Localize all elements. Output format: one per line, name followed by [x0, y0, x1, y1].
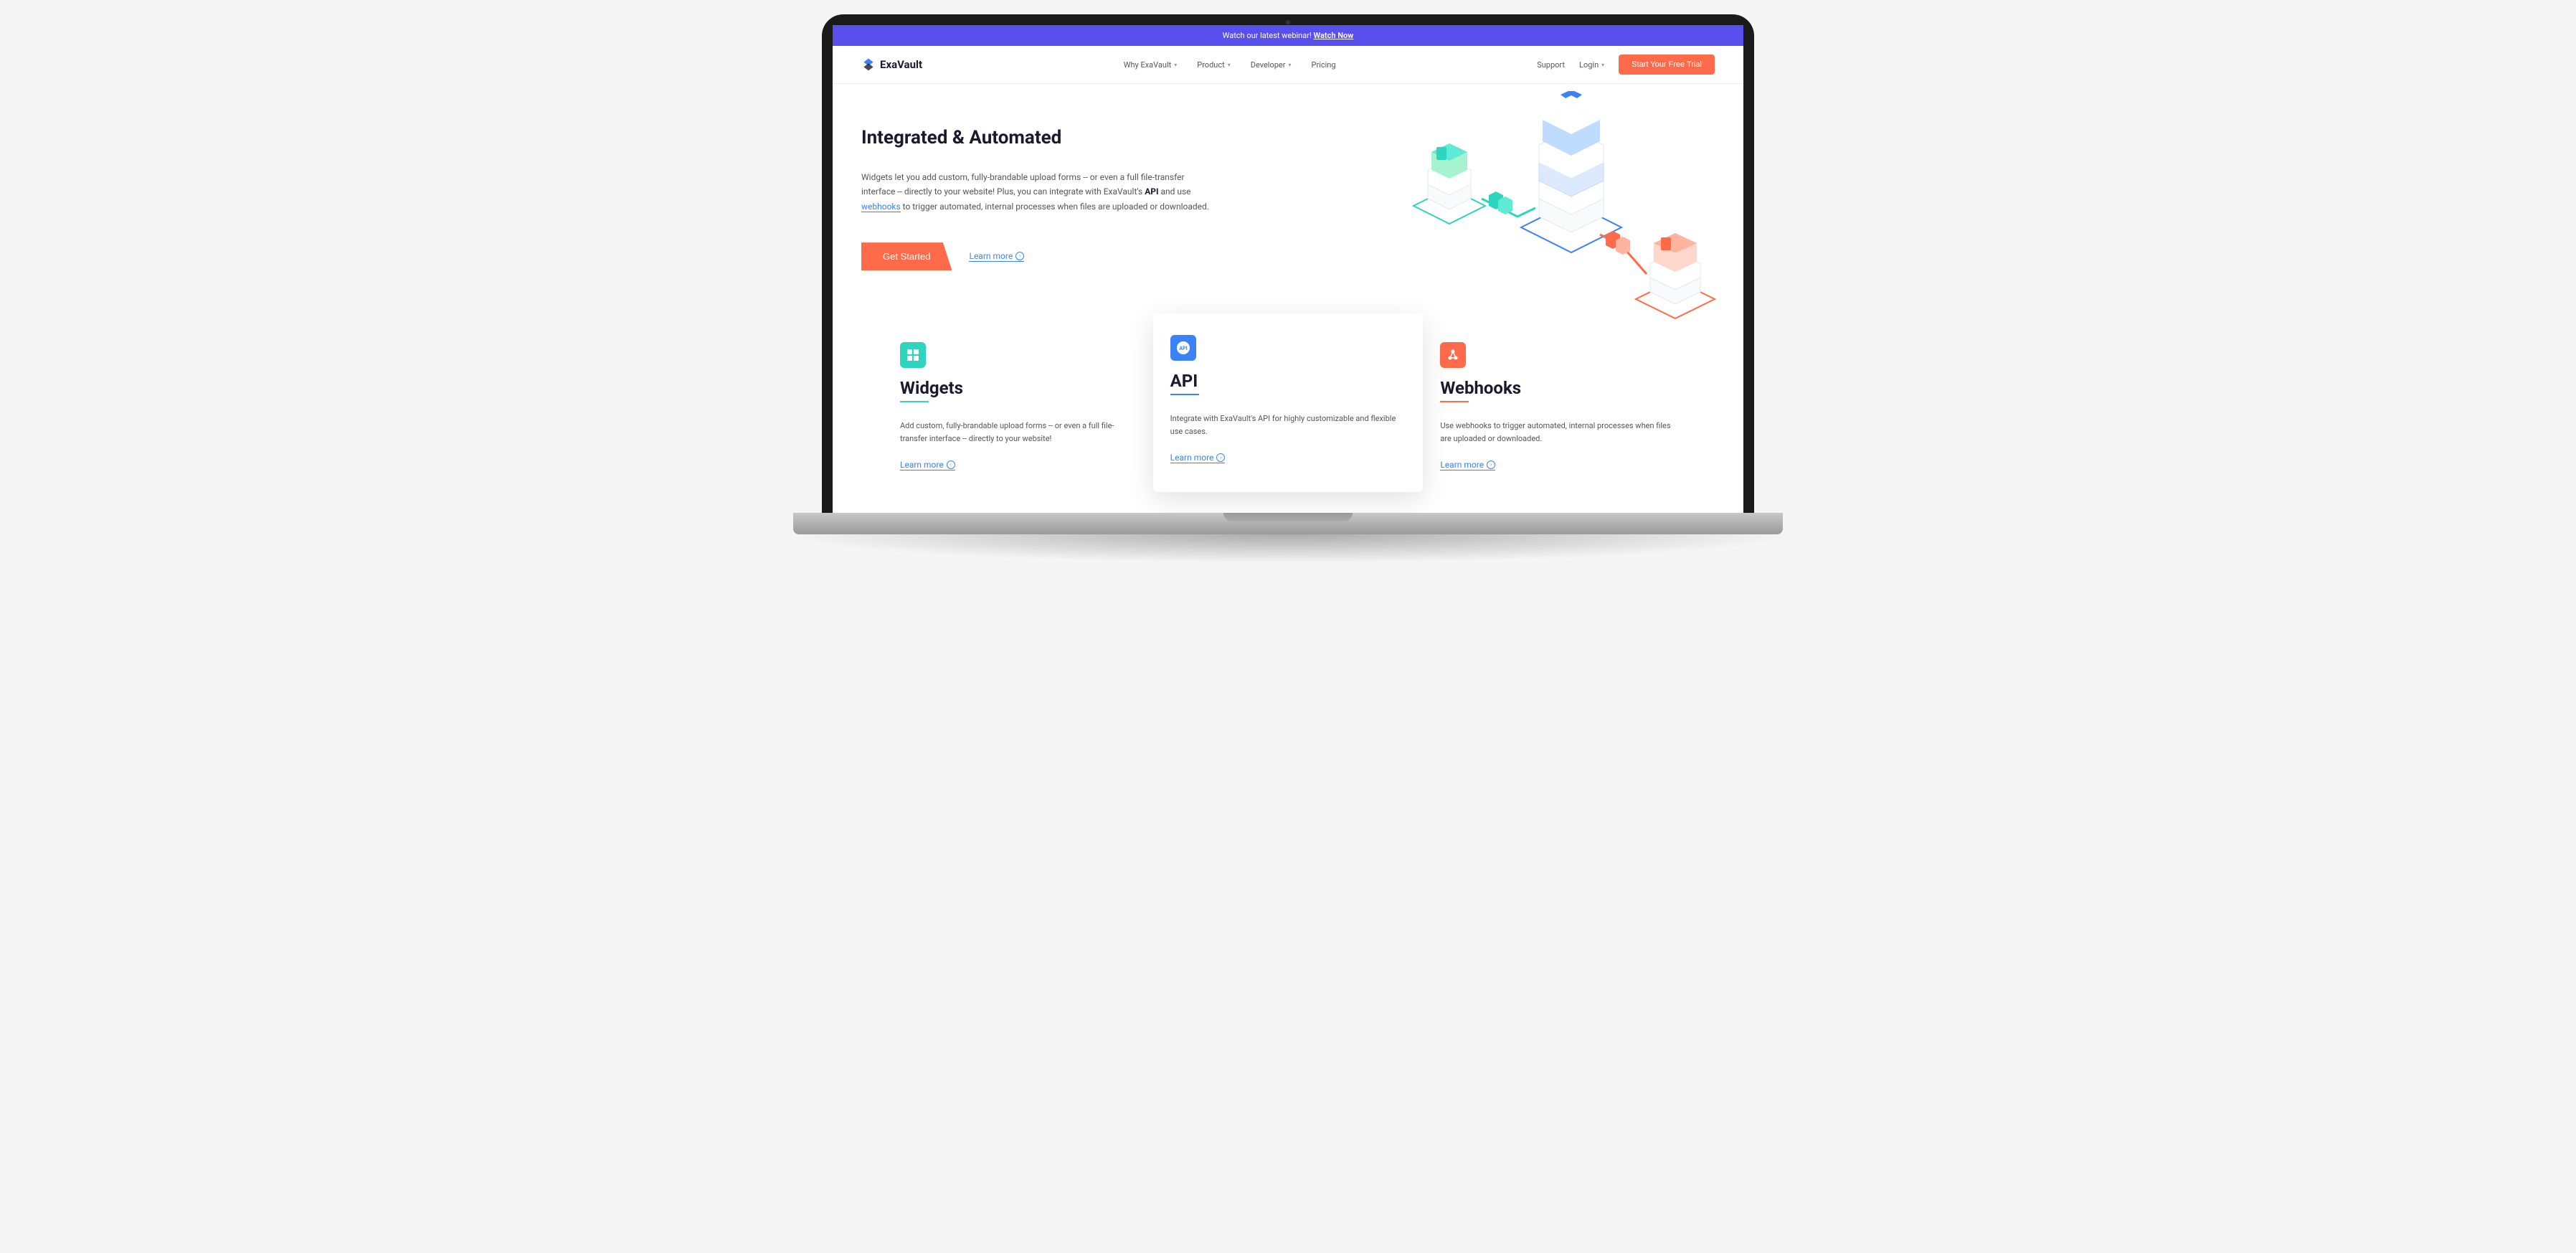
card-webhooks: Webhooks Use webhooks to trigger automat… — [1423, 321, 1693, 492]
announcement-bar: Watch our latest webinar! Watch Now — [833, 25, 1743, 46]
card-title: API — [1170, 371, 1406, 391]
card-title: Widgets — [900, 378, 1136, 398]
feature-cards: Widgets Add custom, fully-brandable uplo… — [833, 321, 1743, 492]
announcement-text: Watch our latest webinar! — [1223, 31, 1314, 40]
nav-why[interactable]: Why ExaVault▾ — [1124, 60, 1178, 70]
site-header: ExaVault Why ExaVault▾ Product▾ Develope… — [833, 46, 1743, 84]
webhooks-learn-more-link[interactable]: Learn more› — [1440, 460, 1495, 471]
arrow-right-icon: › — [1015, 252, 1024, 260]
nav-developer[interactable]: Developer▾ — [1251, 60, 1292, 70]
logo[interactable]: ExaVault — [861, 57, 922, 72]
widgets-learn-more-link[interactable]: Learn more› — [900, 460, 955, 471]
nav-pricing[interactable]: Pricing — [1312, 60, 1336, 70]
card-title: Webhooks — [1440, 378, 1676, 398]
laptop-base — [793, 513, 1783, 534]
card-widgets: Widgets Add custom, fully-brandable uplo… — [883, 321, 1153, 492]
hero-learn-more-link[interactable]: Learn more› — [969, 251, 1024, 262]
underline — [1170, 394, 1199, 395]
nav-right: Support Login▾ Start Your Free Trial — [1537, 55, 1715, 75]
webhooks-icon — [1440, 342, 1466, 368]
webhooks-link[interactable]: webhooks — [861, 202, 901, 212]
underline — [1440, 401, 1469, 402]
nav-product[interactable]: Product▾ — [1197, 60, 1230, 70]
chevron-down-icon: ▾ — [1601, 62, 1604, 68]
arrow-right-icon: › — [1216, 453, 1225, 462]
svg-text:API: API — [1179, 346, 1187, 351]
chevron-down-icon: ▾ — [1228, 62, 1231, 68]
hero-section: Integrated & Automated Widgets let you a… — [833, 84, 1743, 292]
api-icon: API — [1170, 335, 1196, 361]
api-learn-more-link[interactable]: Learn more› — [1170, 453, 1226, 463]
chevron-down-icon: ▾ — [1174, 62, 1177, 68]
start-trial-button[interactable]: Start Your Free Trial — [1619, 55, 1715, 75]
card-description: Use webhooks to trigger automated, inter… — [1440, 420, 1676, 445]
main-nav: Why ExaVault▾ Product▾ Developer▾ Pricin… — [1124, 60, 1336, 70]
isometric-illustration — [1378, 91, 1729, 335]
nav-login[interactable]: Login▾ — [1579, 60, 1604, 70]
widgets-icon — [900, 342, 926, 368]
hero-description: Widgets let you add custom, fully-branda… — [861, 170, 1213, 214]
api-text: API — [1145, 186, 1158, 197]
laptop-camera — [1285, 19, 1291, 25]
card-description: Integrate with ExaVault's API for highly… — [1170, 412, 1406, 438]
brand-name: ExaVault — [880, 58, 922, 71]
logo-icon — [861, 57, 876, 72]
underline — [900, 401, 929, 402]
chevron-down-icon: ▾ — [1289, 62, 1292, 68]
laptop-shadow — [779, 534, 1797, 563]
arrow-right-icon: › — [1487, 460, 1495, 469]
announcement-link[interactable]: Watch Now — [1314, 31, 1354, 40]
get-started-button[interactable]: Get Started — [861, 242, 952, 270]
card-api: API API Integrate with ExaVault's API fo… — [1153, 313, 1424, 492]
nav-support[interactable]: Support — [1537, 60, 1565, 70]
arrow-right-icon: › — [947, 460, 955, 469]
card-description: Add custom, fully-brandable upload forms… — [900, 420, 1136, 445]
